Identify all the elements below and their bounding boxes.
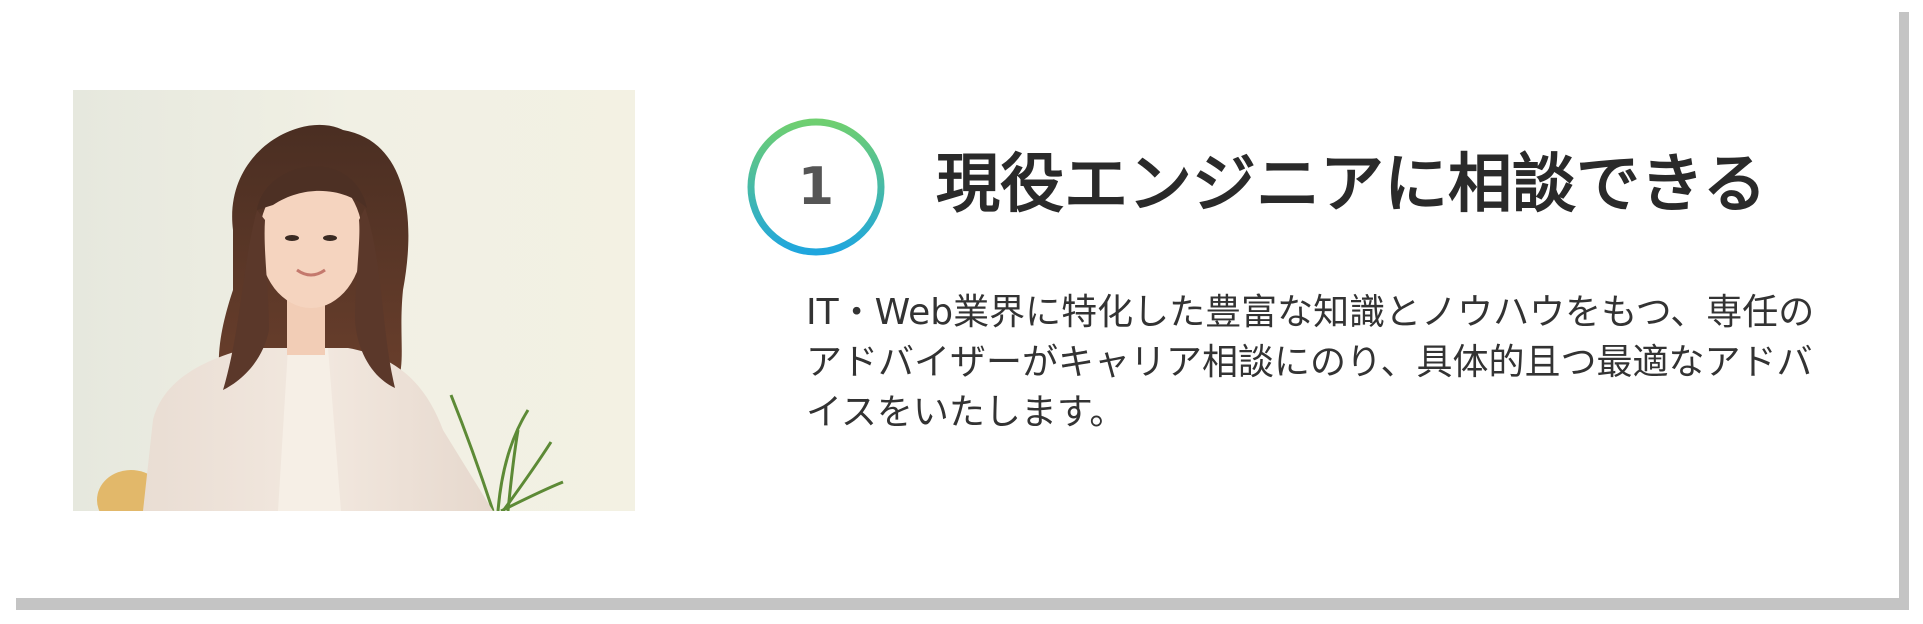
feature-title: 現役エンジニアに相談できる bbox=[936, 148, 1767, 222]
step-number-badge: 1 bbox=[744, 115, 888, 259]
feature-card: 1 現役エンジニアに相談できる IT・Web業界に特化した豊富な知識とノウハウを… bbox=[6, 0, 1899, 598]
step-number: 1 bbox=[797, 157, 835, 217]
feature-description: IT・Web業界に特化した豊富な知識とノウハウをもつ、専任のアドバイザーがキャリ… bbox=[806, 292, 1815, 433]
advisor-photo bbox=[73, 90, 635, 511]
